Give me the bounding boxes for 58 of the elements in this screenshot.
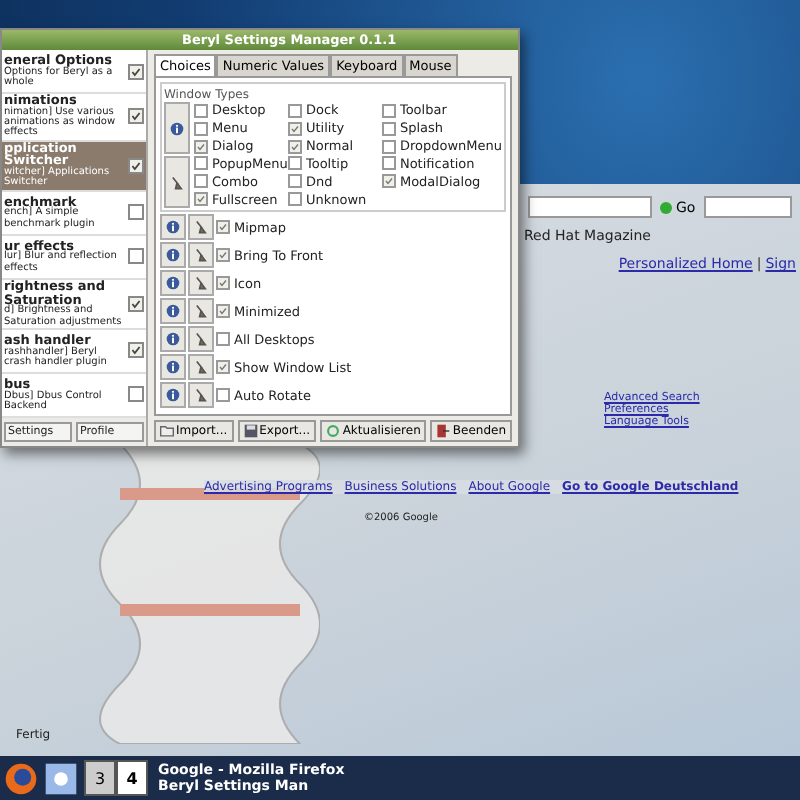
info-icon bbox=[166, 304, 180, 318]
broom-icon bbox=[194, 304, 208, 318]
address-field[interactable] bbox=[528, 196, 652, 218]
info-button[interactable] bbox=[160, 382, 186, 408]
broom-icon bbox=[194, 360, 208, 374]
reset-button[interactable] bbox=[188, 354, 214, 380]
broom-icon bbox=[194, 276, 208, 290]
reset-button[interactable] bbox=[188, 298, 214, 324]
checkbox[interactable] bbox=[128, 386, 144, 403]
search-field[interactable] bbox=[703, 196, 792, 218]
reset-button[interactable] bbox=[188, 214, 214, 240]
check-icon bbox=[218, 250, 228, 260]
info-button[interactable] bbox=[160, 270, 186, 296]
reset-button[interactable] bbox=[188, 242, 214, 268]
workspace-button[interactable]: 3 bbox=[84, 760, 116, 796]
check-icon bbox=[218, 278, 228, 288]
folder-icon bbox=[160, 424, 174, 438]
check-icon bbox=[218, 222, 228, 232]
checkbox[interactable] bbox=[128, 342, 144, 359]
broom-icon bbox=[170, 175, 184, 189]
workspace-button[interactable]: 4 bbox=[116, 760, 148, 796]
check-icon bbox=[196, 141, 206, 152]
broom-icon bbox=[194, 332, 208, 346]
checkbox[interactable] bbox=[128, 295, 144, 312]
globe-icon[interactable] bbox=[4, 761, 38, 795]
checkbox[interactable] bbox=[128, 204, 144, 221]
reset-button[interactable] bbox=[164, 156, 190, 208]
info-icon bbox=[166, 276, 180, 290]
broom-icon bbox=[194, 388, 208, 402]
info-button[interactable] bbox=[160, 214, 186, 240]
info-icon bbox=[166, 360, 180, 374]
reset-button[interactable] bbox=[188, 270, 214, 296]
info-icon bbox=[166, 220, 180, 234]
info-button[interactable] bbox=[164, 102, 190, 154]
reset-button[interactable] bbox=[188, 382, 214, 408]
checkbox[interactable] bbox=[128, 108, 144, 125]
info-icon bbox=[170, 121, 184, 135]
checkbox[interactable] bbox=[128, 63, 144, 80]
info-icon bbox=[166, 332, 180, 346]
check-icon bbox=[218, 306, 228, 316]
info-button[interactable] bbox=[160, 326, 186, 352]
exit-icon bbox=[436, 424, 451, 438]
info-button[interactable] bbox=[160, 354, 186, 380]
checkbox[interactable] bbox=[128, 157, 144, 174]
check-icon bbox=[383, 176, 394, 187]
info-button[interactable] bbox=[160, 298, 186, 324]
reset-button[interactable] bbox=[188, 326, 214, 352]
broom-icon bbox=[194, 248, 208, 262]
info-icon bbox=[166, 248, 180, 262]
info-button[interactable] bbox=[160, 242, 186, 268]
refresh-icon bbox=[326, 424, 341, 438]
checkbox[interactable] bbox=[128, 248, 144, 265]
floppy-icon bbox=[243, 424, 258, 438]
check-icon bbox=[218, 362, 228, 372]
broom-icon bbox=[194, 220, 208, 234]
network-icon[interactable] bbox=[44, 761, 78, 795]
check-icon bbox=[196, 194, 206, 205]
info-icon bbox=[166, 388, 180, 402]
